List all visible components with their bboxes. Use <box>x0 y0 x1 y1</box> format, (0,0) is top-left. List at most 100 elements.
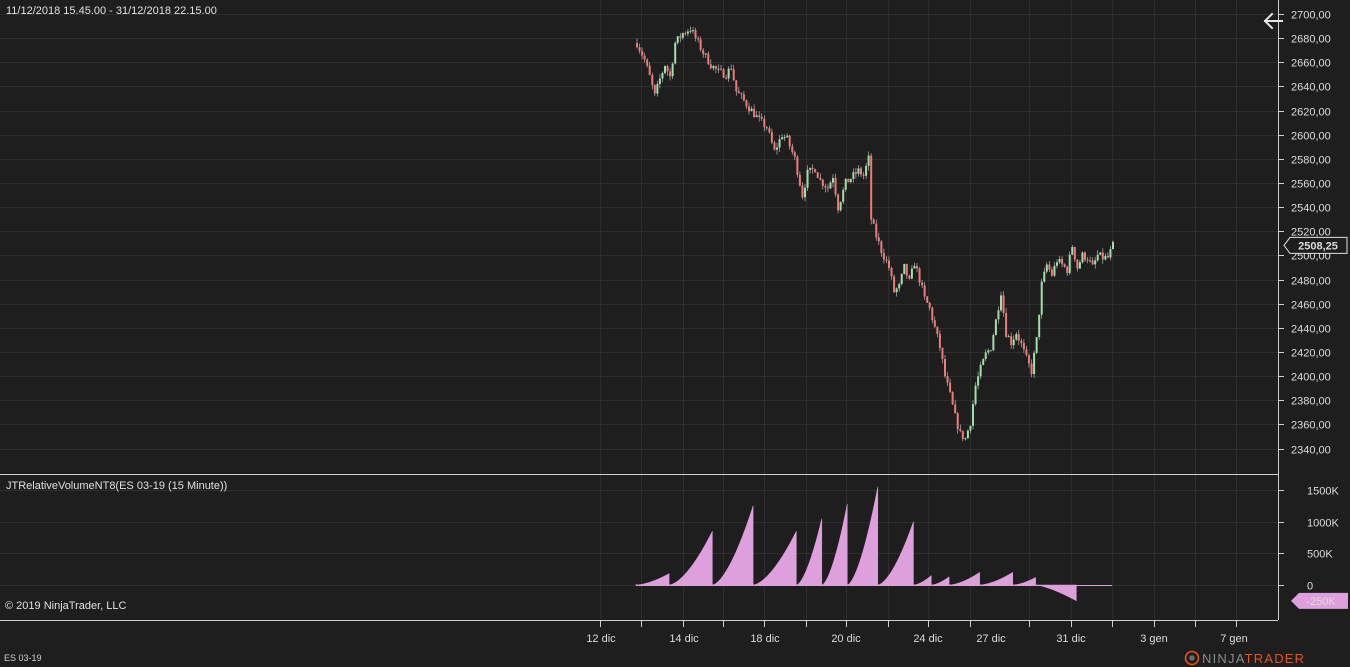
candle[interactable] <box>839 201 842 212</box>
candle-body-up <box>992 335 995 351</box>
price-tick-label: 2620,00 <box>1291 107 1331 119</box>
candle-body-down <box>847 178 850 183</box>
candle-body-down <box>1025 349 1028 356</box>
candle-body-up <box>1099 252 1102 255</box>
candle-body-up <box>661 73 664 79</box>
candle-body-up <box>867 155 870 166</box>
candle-body-up <box>778 139 781 148</box>
candle-body-up <box>900 273 903 285</box>
candle-body-down <box>834 178 837 195</box>
candle-body-up <box>857 168 860 174</box>
candle-body-down <box>1091 260 1094 265</box>
candle[interactable] <box>903 263 906 275</box>
candle-body-down <box>666 66 669 72</box>
time-tick-label: 3 gen <box>1140 633 1168 645</box>
candle-body-down <box>885 259 888 261</box>
candle-body-down <box>707 53 710 65</box>
candle-body-up <box>686 31 689 34</box>
candle[interactable] <box>837 193 840 214</box>
candle-body-up <box>809 167 812 170</box>
candle[interactable] <box>972 400 974 430</box>
candle[interactable] <box>893 274 896 294</box>
candle-body-down <box>893 276 896 293</box>
candle[interactable] <box>1033 350 1036 378</box>
candle[interactable] <box>707 51 710 65</box>
candle-body-down <box>798 174 801 186</box>
candle-body-down <box>801 185 804 198</box>
candle-body-down <box>760 116 763 119</box>
candle[interactable] <box>974 382 977 406</box>
candle[interactable] <box>900 273 903 286</box>
candle-body-down <box>725 77 728 79</box>
candle-body-down <box>951 391 954 405</box>
candle[interactable] <box>844 178 847 192</box>
candle[interactable] <box>674 40 677 65</box>
candle-body-up <box>781 137 784 140</box>
candle-body-up <box>1096 254 1099 261</box>
candle-body-up <box>674 42 677 64</box>
candle-body-up <box>964 438 967 440</box>
candle-body-down <box>732 69 735 81</box>
candle[interactable] <box>722 68 725 79</box>
candle-body-down <box>860 168 862 175</box>
candle[interactable] <box>982 358 985 366</box>
candle-body-down <box>926 296 929 303</box>
candle-body-down <box>694 30 697 39</box>
candle-body-up <box>1078 262 1081 269</box>
price-tick-label: 2380,00 <box>1291 396 1331 408</box>
candle[interactable] <box>1040 278 1043 319</box>
instrument-tab[interactable]: ES 03-19 <box>4 653 42 663</box>
candle-body-down <box>773 142 776 150</box>
candle-body-up <box>979 364 982 377</box>
candle-body-down <box>1076 259 1079 269</box>
candle[interactable] <box>1068 251 1071 275</box>
candle[interactable] <box>992 333 995 352</box>
candle-body-up <box>989 350 992 352</box>
candle-body-down <box>730 68 733 70</box>
candle-body-down <box>870 155 873 220</box>
candle[interactable] <box>966 429 969 439</box>
candle-body-up <box>1015 334 1018 340</box>
candle-body-up <box>977 376 980 386</box>
candle-body-up <box>750 108 753 112</box>
candle[interactable] <box>816 171 819 178</box>
price-tick-label: 2580,00 <box>1291 155 1331 167</box>
candle-body-up <box>689 30 692 32</box>
candle[interactable] <box>994 318 997 336</box>
candle-body-up <box>842 189 845 202</box>
candle-body-up <box>844 178 847 190</box>
candle-body-down <box>941 347 944 360</box>
price-tick-label: 2440,00 <box>1291 324 1331 336</box>
candle-body-down <box>745 100 748 107</box>
candle-body-down <box>1002 295 1005 313</box>
price-tick-label: 2340,00 <box>1291 445 1331 457</box>
candle-body-down <box>821 179 824 187</box>
candle[interactable] <box>926 296 929 304</box>
candle-body-up <box>704 53 707 55</box>
candle-body-down <box>796 156 799 175</box>
candle-body-down <box>765 127 768 129</box>
candle-body-up <box>910 268 913 279</box>
brand-wordmark: NINJATRADER <box>1202 651 1305 666</box>
candle[interactable] <box>870 153 873 225</box>
candle[interactable] <box>951 391 954 406</box>
candle[interactable] <box>1038 314 1041 340</box>
candle[interactable] <box>796 155 799 178</box>
candle-body-down <box>961 430 964 439</box>
candle-body-up <box>994 319 997 336</box>
candle-body-up <box>658 78 661 85</box>
candle-body-down <box>888 260 890 268</box>
back-arrow-icon[interactable] <box>1260 8 1286 34</box>
candle-body-down <box>737 91 740 94</box>
candle-body-down <box>880 241 883 254</box>
candle-body-up <box>832 178 834 183</box>
candle-body-down <box>758 115 761 117</box>
candle[interactable] <box>1035 336 1038 355</box>
candle-body-up <box>984 352 987 360</box>
candle[interactable] <box>1081 251 1084 264</box>
time-tick-label: 12 dic <box>586 633 616 645</box>
candle-body-up <box>1109 249 1112 258</box>
candle[interactable] <box>847 178 850 183</box>
candle-body-down <box>872 219 875 224</box>
candle-body-up <box>966 430 969 439</box>
